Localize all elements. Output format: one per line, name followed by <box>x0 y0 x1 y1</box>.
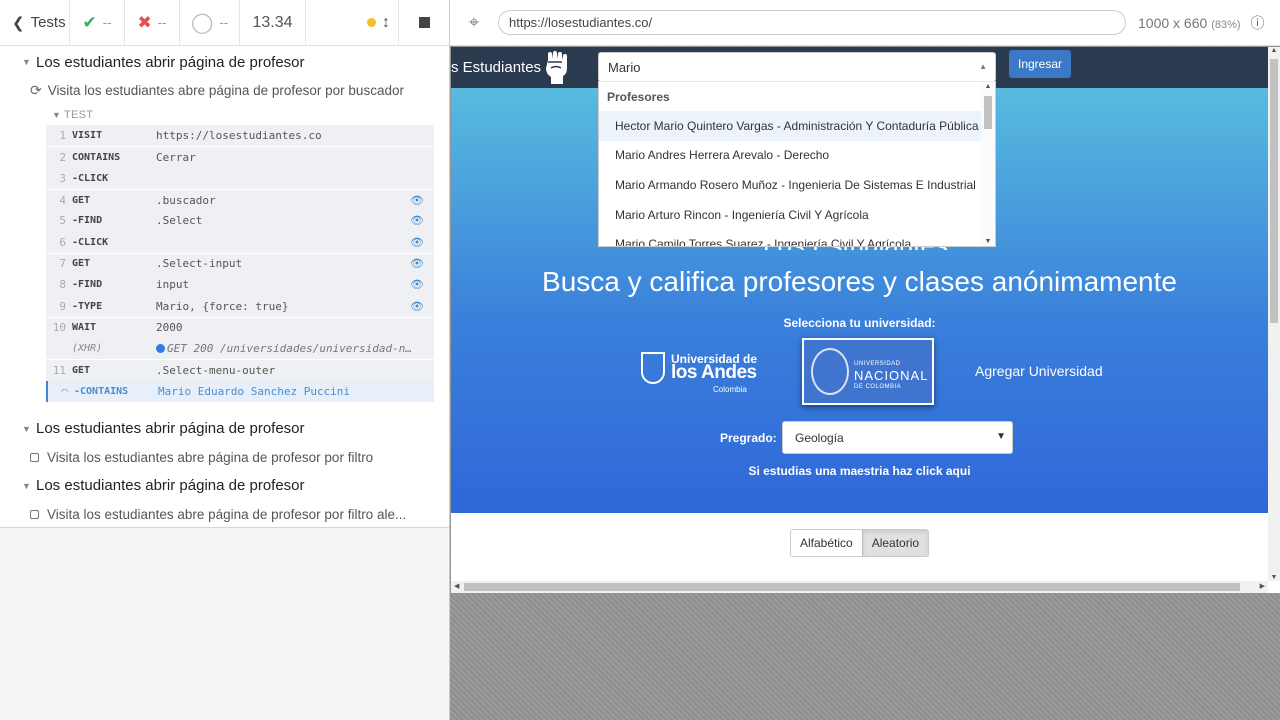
command-row[interactable]: 3 -CLICK <box>46 167 434 189</box>
chevron-left-icon: ❮ <box>12 14 25 32</box>
command-row[interactable]: 11 GET .Select-menu-outer <box>46 359 434 381</box>
horizontal-scrollbar[interactable]: ◀ ▶ <box>451 581 1268 593</box>
sort-alphabetical-button[interactable]: Alfabético <box>791 530 862 556</box>
eye-icon[interactable]: 👁 <box>410 278 424 291</box>
command-log: 1 VISIT https://losestudiantes.co 2 CONTAIN… <box>46 125 434 402</box>
caret-down-icon: ▼ <box>22 480 31 491</box>
test-title[interactable]: Visita los estudiantes abre página de pr… <box>0 500 449 529</box>
login-button[interactable]: Ingresar <box>1009 50 1071 78</box>
command-row[interactable]: 7 GET .Select-input 👁 <box>46 252 434 275</box>
scroll-up-icon[interactable]: ▲ <box>981 83 995 90</box>
pregrado-label: Pregrado: <box>720 431 777 445</box>
caret-down-icon: ▼ <box>22 423 31 434</box>
test-title[interactable]: ⟳ Visita los estudiantes abre página de … <box>0 76 449 105</box>
universidad-nacional-logo[interactable]: UNIVERSIDAD NACIONAL DE COLOMBIA <box>802 338 934 405</box>
running-indicator-icon <box>367 18 376 27</box>
command-row[interactable]: 1 VISIT https://losestudiantes.co <box>46 125 434 147</box>
passed-count: ✔ -- <box>70 0 125 46</box>
unal-seal-icon <box>811 348 849 395</box>
caret-down-icon: ▼ <box>996 431 1006 442</box>
scroll-left-icon[interactable]: ◀ <box>454 581 459 593</box>
add-university-link[interactable]: Agregar Universidad <box>975 363 1103 379</box>
pending-count: ◯ -- <box>180 0 240 46</box>
caret-down-icon: ▼ <box>22 57 31 67</box>
professor-search-select[interactable]: Mario ▲ <box>598 52 996 82</box>
failed-count: ✖ -- <box>125 0 180 46</box>
select-menu: Profesores Hector Mario Quintero Vargas … <box>598 81 996 247</box>
suite-title[interactable]: ▼ Los estudiantes abrir página de profes… <box>0 472 449 500</box>
command-row[interactable]: 2 CONTAINS Cerrar <box>46 146 434 168</box>
stop-icon <box>418 17 430 28</box>
circle-icon: ◯ <box>190 12 214 34</box>
sort-button-group: Alfabético Aleatorio <box>790 529 930 557</box>
xhr-status-dot-icon <box>156 344 165 354</box>
eye-icon[interactable]: 👁 <box>410 214 424 227</box>
dropdown-group-label: Profesores <box>607 89 670 104</box>
vertical-scrollbar[interactable]: ▲ ▼ <box>1268 47 1280 581</box>
command-row[interactable]: 5 -FIND .Select 👁 <box>46 210 434 232</box>
eye-icon[interactable]: 👁 <box>410 300 424 313</box>
caret-up-icon[interactable]: ▲ <box>979 62 987 71</box>
selector-playground-crosshair-icon[interactable]: ⌖ <box>450 12 498 33</box>
dropdown-scrollbar[interactable]: ▲ ▼ <box>981 82 995 246</box>
dropdown-option[interactable]: Mario Andres Herrera Arevalo - Derecho <box>599 141 995 171</box>
maestria-link[interactable]: Si estudias una maestria haz click aqui <box>451 464 1268 478</box>
duration: 13.34 <box>240 0 306 46</box>
dropdown-option[interactable]: Mario Arturo Rincon - Ingeniería Civil Y… <box>599 200 995 230</box>
reporter-header: ❮ Tests ✔ -- ✖ -- ◯ -- 13.34 ↕ <box>0 0 449 46</box>
check-icon: ✔ <box>82 12 97 32</box>
url-bar[interactable]: https://losestudiantes.co/ <box>498 10 1126 35</box>
pending-square-icon <box>30 509 39 519</box>
spinner-icon: ◠ <box>61 384 68 398</box>
command-row[interactable]: 6 -CLICK 👁 <box>46 231 434 253</box>
command-row-active[interactable]: ◠ -CONTAINS Mario Eduardo Sanchez Puccini <box>46 380 434 402</box>
eye-icon[interactable]: 👁 <box>410 257 424 270</box>
scroll-right-icon[interactable]: ▶ <box>1260 581 1265 593</box>
info-icon[interactable]: ⓘ <box>1251 13 1265 33</box>
test-reporter: ❮ Tests ✔ -- ✖ -- ◯ -- 13.34 ↕ ▼ Los est… <box>0 0 449 720</box>
andes-seal-icon <box>641 352 665 384</box>
pending-square-icon <box>30 452 39 462</box>
eye-icon[interactable]: 👁 <box>410 194 424 207</box>
aut-header: ⌖ https://losestudiantes.co/ 1000 x 660 … <box>450 0 1280 46</box>
reporter-body: ▼ Los estudiantes abrir página de profes… <box>0 46 449 528</box>
stop-button[interactable] <box>399 0 449 46</box>
scroll-down-icon[interactable]: ▼ <box>1268 574 1280 581</box>
command-row[interactable]: 4 GET .buscador 👁 <box>46 188 434 211</box>
search-input[interactable]: Mario <box>608 60 641 75</box>
test-section-label[interactable]: ▼ TEST <box>0 105 449 125</box>
tests-button[interactable]: ❮ Tests <box>0 0 70 46</box>
dropdown-option[interactable]: Mario Armando Rosero Muñoz - Ingenieria … <box>599 170 995 200</box>
tagline: Busca y califica profesores y clases anó… <box>542 266 1177 297</box>
caret-down-icon: ▼ <box>52 110 62 120</box>
xhr-row[interactable]: (XHR) GET 200 /universidades/universidad-… <box>46 337 434 360</box>
tests-label: Tests <box>30 14 66 31</box>
sort-random-button[interactable]: Aleatorio <box>861 530 929 556</box>
vertical-arrows-icon: ↕ <box>382 13 390 31</box>
suite-title[interactable]: ▼ Los estudiantes abrir página de profes… <box>0 48 449 76</box>
scroll-up-icon[interactable]: ▲ <box>1268 47 1280 54</box>
dropdown-option[interactable]: Mario Camilo Torres Suarez - Ingeniería … <box>599 229 995 246</box>
eye-icon[interactable]: 👁 <box>410 236 424 249</box>
command-row[interactable]: 9 -TYPE Mario, {force: true} 👁 <box>46 295 434 317</box>
brand-title[interactable]: s Estudiantes <box>451 59 541 76</box>
test-title[interactable]: Visita los estudiantes abre página de pr… <box>0 443 449 472</box>
auto-scroll-toggle[interactable]: ↕ <box>359 0 399 46</box>
scroll-down-icon[interactable]: ▼ <box>981 238 995 245</box>
select-university-label: Selecciona tu universidad: <box>783 316 936 330</box>
fist-logo-icon <box>546 51 567 84</box>
command-row[interactable]: 8 -FIND input 👁 <box>46 274 434 296</box>
dropdown-option[interactable]: Hector Mario Quintero Vargas - Administr… <box>599 111 995 141</box>
app-under-test: ⌖ https://losestudiantes.co/ 1000 x 660 … <box>449 0 1280 720</box>
refresh-icon: ⟳ <box>30 82 42 98</box>
viewport-info[interactable]: 1000 x 660 (83%) <box>1138 15 1241 31</box>
pregrado-select[interactable]: Geología ▼ <box>782 421 1013 454</box>
app-iframe: Los Estudiantes Busca y califica profeso… <box>451 47 1280 593</box>
suite-title[interactable]: ▼ Los estudiantes abrir página de profes… <box>0 415 449 443</box>
x-icon: ✖ <box>137 12 152 32</box>
command-row[interactable]: 10 WAIT 2000 <box>46 316 434 338</box>
